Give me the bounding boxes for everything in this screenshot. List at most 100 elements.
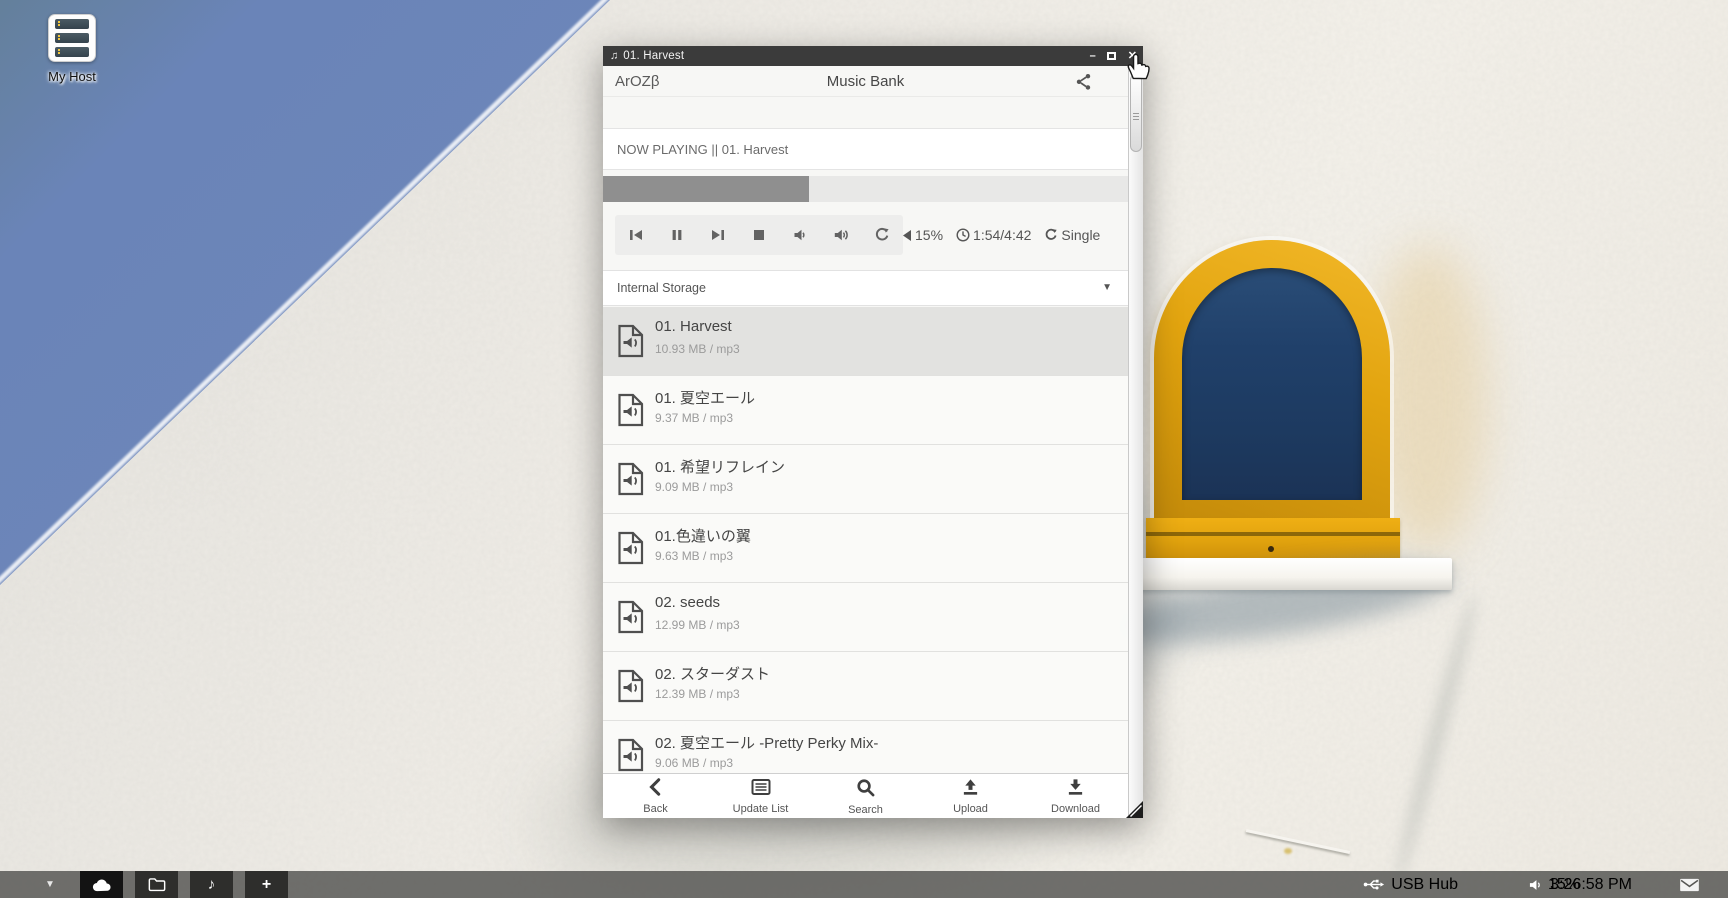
pause-button[interactable] — [660, 218, 694, 252]
transport-button-group — [615, 215, 903, 255]
scrollbar-thumb[interactable] — [1130, 74, 1142, 152]
upload-button[interactable]: Upload — [918, 774, 1023, 818]
track-meta: 12.99 MB / mp3 — [655, 618, 740, 632]
track-meta: 9.37 MB / mp3 — [655, 411, 733, 425]
close-button[interactable]: ✕ — [1128, 46, 1137, 66]
search-icon — [856, 778, 875, 797]
upload-icon — [961, 778, 980, 796]
resize-handle[interactable] — [1126, 801, 1143, 818]
audio-file-icon — [617, 530, 645, 571]
taskbar-mail[interactable] — [1679, 878, 1700, 892]
next-track-button[interactable] — [701, 218, 735, 252]
taskbar-clock: 3:26:58 PM — [1550, 876, 1632, 894]
page-title: Music Bank — [603, 73, 1128, 90]
volume-status: 15% — [903, 227, 943, 243]
volume-percent: 15% — [915, 227, 943, 243]
time-display: 1:54/4:42 — [973, 227, 1031, 243]
audio-file-icon — [617, 599, 645, 640]
volume-muted-icon — [903, 230, 912, 241]
taskbar-item-cloud[interactable] — [80, 871, 123, 898]
chevron-down-icon: ▼ — [1102, 282, 1112, 293]
window-scrollbar[interactable] — [1128, 66, 1143, 818]
now-playing-banner: NOW PLAYING || 01. Harvest — [603, 128, 1128, 170]
upload-label: Upload — [918, 803, 1023, 815]
back-label: Back — [603, 803, 708, 815]
repeat-button[interactable] — [865, 218, 899, 252]
usb-hub-label: USB Hub — [1391, 876, 1458, 894]
window-body: ArOZβ Music Bank NOW PLAYING || 01. Harv… — [603, 66, 1128, 818]
track-meta: 9.09 MB / mp3 — [655, 480, 733, 494]
ledge-hole — [1268, 546, 1274, 552]
wall-stain — [1284, 848, 1292, 854]
update-list-button[interactable]: Update List — [708, 774, 813, 818]
music-note-icon: ♫ — [610, 50, 618, 62]
track-title: 02. スターダスト — [655, 663, 770, 684]
track-title: 01.色違いの翼 — [655, 525, 751, 546]
back-button[interactable]: Back — [603, 774, 708, 818]
folder-icon — [148, 877, 166, 892]
audio-file-icon — [617, 323, 645, 364]
desktop-icon-my-host[interactable]: My Host — [22, 14, 122, 84]
taskbar-item-music[interactable]: ♪ — [190, 871, 233, 898]
stop-button[interactable] — [742, 218, 776, 252]
audio-file-icon — [617, 392, 645, 433]
track-row[interactable]: 02. 夏空エール -Pretty Perky Mix- 9.06 MB / m… — [603, 721, 1128, 773]
update-list-icon — [751, 778, 771, 796]
track-meta: 9.06 MB / mp3 — [655, 756, 733, 770]
storage-select[interactable]: Internal Storage ▼ — [603, 270, 1128, 306]
wall-window-glass — [1182, 268, 1362, 500]
play-mode-status[interactable]: Single — [1044, 227, 1100, 243]
track-meta: 12.39 MB / mp3 — [655, 687, 740, 701]
taskbar-usb-hub[interactable]: USB Hub — [1363, 876, 1458, 894]
track-row[interactable]: 01. 希望リフレイン 9.09 MB / mp3 — [603, 445, 1128, 514]
download-label: Download — [1023, 803, 1128, 815]
taskbar: ▼ ♪ + USB Hub — [0, 871, 1728, 898]
track-title: 01. 希望リフレイン — [655, 456, 785, 477]
track-row[interactable]: 01. Harvest 10.93 MB / mp3 — [603, 307, 1128, 376]
wall-window-sill — [1138, 558, 1452, 590]
wall-window-ledge — [1146, 518, 1400, 558]
speaker-icon — [1529, 879, 1542, 891]
search-button[interactable]: Search — [813, 774, 918, 818]
scrollbar-grip — [1133, 111, 1139, 122]
envelope-icon — [1679, 878, 1700, 892]
update-list-label: Update List — [708, 803, 813, 815]
desktop: My Host ♫ 01. Harvest – ✕ ArOZβ Music Ba… — [0, 0, 1728, 898]
download-button[interactable]: Download — [1023, 774, 1128, 818]
share-icon[interactable] — [1075, 73, 1092, 90]
taskbar-caret-icon[interactable]: ▼ — [36, 871, 64, 898]
taskbar-item-files[interactable] — [135, 871, 178, 898]
app-header: ArOZβ Music Bank — [603, 66, 1128, 97]
desktop-icon-label: My Host — [22, 69, 122, 84]
transport-status: 15% 1:54/4:42 Single — [903, 213, 1113, 257]
play-mode-label: Single — [1061, 227, 1100, 243]
host-slat — [55, 19, 89, 29]
audio-file-icon — [617, 737, 645, 773]
repeat-mode-icon — [1044, 228, 1058, 242]
track-row[interactable]: 01. 夏空エール 9.37 MB / mp3 — [603, 376, 1128, 445]
download-icon — [1066, 778, 1085, 796]
track-title: 02. 夏空エール -Pretty Perky Mix- — [655, 732, 878, 753]
progress-bar[interactable] — [603, 176, 1128, 202]
search-label: Search — [813, 804, 918, 816]
maximize-button[interactable] — [1107, 52, 1116, 60]
taskbar-item-add[interactable]: + — [245, 871, 288, 898]
track-title: 02. seeds — [655, 594, 720, 611]
ledge-groove — [1146, 532, 1400, 536]
window-titlebar[interactable]: ♫ 01. Harvest – ✕ — [603, 46, 1143, 66]
previous-track-button[interactable] — [619, 218, 653, 252]
volume-down-button[interactable] — [783, 218, 817, 252]
track-row[interactable]: 02. seeds 12.99 MB / mp3 — [603, 583, 1128, 652]
track-title: 01. Harvest — [655, 318, 732, 335]
minimize-button[interactable]: – — [1090, 46, 1095, 66]
track-row[interactable]: 02. スターダスト 12.39 MB / mp3 — [603, 652, 1128, 721]
clock-icon — [956, 228, 970, 242]
track-meta: 9.63 MB / mp3 — [655, 549, 733, 563]
audio-file-icon — [617, 461, 645, 502]
track-row[interactable]: 01.色違いの翼 9.63 MB / mp3 — [603, 514, 1128, 583]
storage-select-value: Internal Storage — [617, 281, 706, 295]
volume-up-button[interactable] — [824, 218, 858, 252]
track-title: 01. 夏空エール — [655, 387, 755, 408]
music-note-icon: ♪ — [208, 876, 216, 893]
track-list: 01. Harvest 10.93 MB / mp3 01. 夏空エール 9.3… — [603, 307, 1128, 773]
